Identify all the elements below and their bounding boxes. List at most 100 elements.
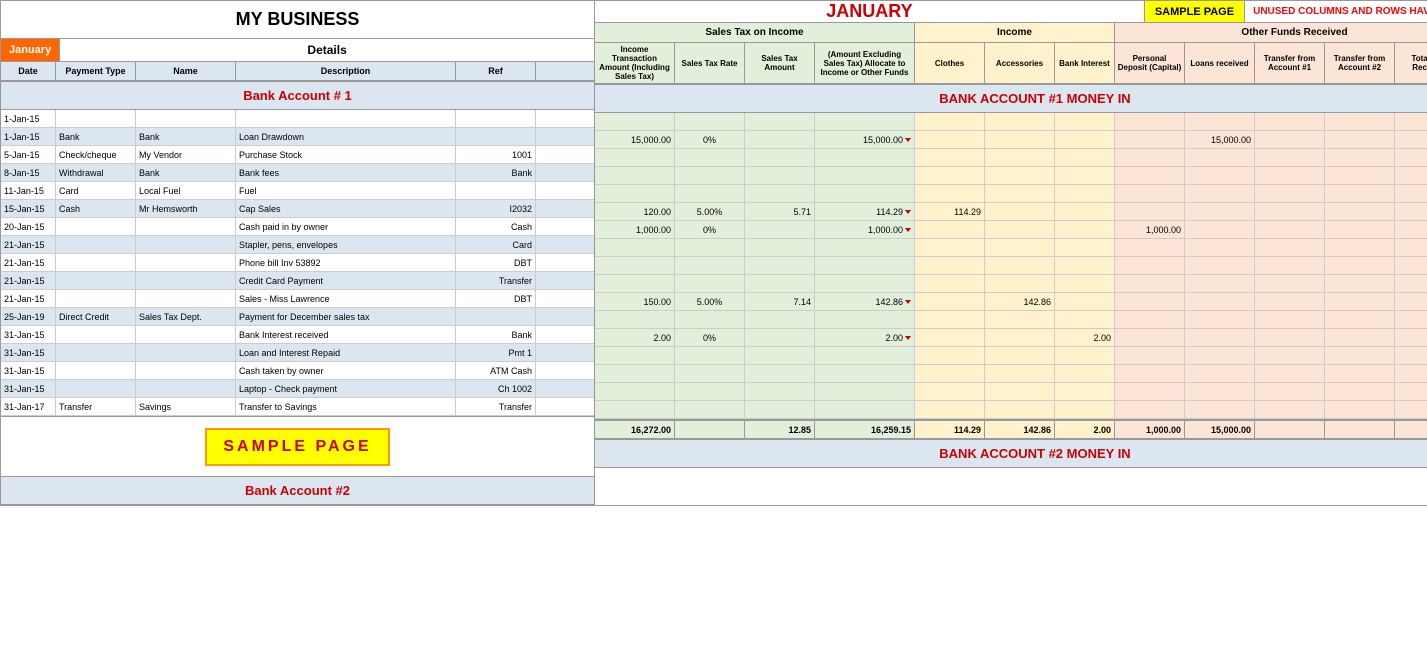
date-cell: 11-Jan-15 (1, 182, 56, 199)
accessories-cell: 142.86 (985, 293, 1055, 310)
allocate-cell: 114.29 (815, 203, 915, 220)
clothes-subheader: Clothes (915, 43, 985, 83)
bank-interest-cell (1055, 365, 1115, 382)
income-trans-cell (595, 239, 675, 256)
accessories-cell (985, 113, 1055, 130)
bank-interest-cell (1055, 149, 1115, 166)
allocate-cell (815, 149, 915, 166)
name-cell (136, 290, 236, 307)
transfer2-cell (1325, 113, 1395, 130)
accessories-cell (985, 257, 1055, 274)
clothes-cell (915, 383, 985, 400)
income-label: Income (997, 27, 1032, 38)
transfer1-cell (1255, 221, 1325, 238)
transfer-2-label: Transfer from Account #2 (1327, 54, 1392, 72)
bank-interest-label: Bank Interest (1059, 59, 1110, 68)
ref-cell (456, 128, 536, 145)
transfer-1-label: Transfer from Account #1 (1257, 54, 1322, 72)
ref-cell: I2032 (456, 200, 536, 217)
name-cell: My Vendor (136, 146, 236, 163)
loans-received-cell (1185, 203, 1255, 220)
loans-received-cell (1185, 221, 1255, 238)
income-trans-cell (595, 347, 675, 364)
allocate-cell (815, 257, 915, 274)
right-table-row (595, 365, 1427, 383)
allocate-cell (815, 347, 915, 364)
ref-cell (456, 182, 536, 199)
clothes-cell: 114.29 (915, 203, 985, 220)
unused-columns-banner: UNUSED COLUMNS AND ROWS HAVE BEEN (1245, 1, 1427, 22)
total-money-cell (1395, 167, 1427, 184)
name-cell (136, 344, 236, 361)
right-table-row (595, 257, 1427, 275)
description-cell: Credit Card Payment (236, 272, 456, 289)
transfer2-cell (1325, 365, 1395, 382)
transfer2-cell (1325, 293, 1395, 310)
date-cell: 1-Jan-15 (1, 110, 56, 127)
transfer2-cell (1325, 329, 1395, 346)
payment-type-cell (56, 380, 136, 397)
details-cell: Details (60, 39, 594, 61)
ref-header: Ref (456, 62, 536, 80)
sales-amount-cell (745, 167, 815, 184)
date-cell: 1-Jan-15 (1, 128, 56, 145)
bank-interest-cell (1055, 113, 1115, 130)
right-table-row: 2.00 0% 2.00 2.00 2.00 (595, 329, 1427, 347)
transfer2-cell (1325, 131, 1395, 148)
sales-rate-cell: 5.00% (675, 293, 745, 310)
details-label: Details (307, 43, 346, 57)
clothes-cell (915, 365, 985, 382)
transfer1-cell (1255, 167, 1325, 184)
bank-interest-cell (1055, 221, 1115, 238)
transfer2-cell (1325, 221, 1395, 238)
right-table-row (595, 239, 1427, 257)
allocate-cell (815, 239, 915, 256)
total-income-trans: 16,272.00 (595, 421, 675, 438)
allocate-cell (815, 275, 915, 292)
sales-amount-cell (745, 365, 815, 382)
transfer-from-1-subheader: Transfer from Account #1 (1255, 43, 1325, 83)
bank-account-2-header: Bank Account #2 (1, 476, 594, 505)
ref-cell: Bank (456, 164, 536, 181)
name-cell: Savings (136, 398, 236, 415)
total-transfer1 (1255, 421, 1325, 438)
total-clothes: 114.29 (915, 421, 985, 438)
description-cell: Sales - Miss Lawrence (236, 290, 456, 307)
total-money-cell: 2.00 (1395, 329, 1427, 346)
name-cell (136, 362, 236, 379)
transfer2-cell (1325, 275, 1395, 292)
accessories-cell (985, 401, 1055, 418)
payment-type-cell: Bank (56, 128, 136, 145)
table-row: 21-Jan-15 Credit Card Payment Transfer (1, 272, 594, 290)
allocate-subheader: (Amount Excluding Sales Tax) Allocate to… (815, 43, 915, 83)
sales-amount-cell (745, 275, 815, 292)
sales-rate-cell (675, 239, 745, 256)
loans-received-cell (1185, 383, 1255, 400)
sales-rate-cell (675, 149, 745, 166)
sales-rate-cell (675, 365, 745, 382)
accessories-cell (985, 167, 1055, 184)
date-cell: 31-Jan-15 (1, 362, 56, 379)
accessories-cell (985, 275, 1055, 292)
data-rows-container: 1-Jan-15 1-Jan-15 Bank Bank Loan Drawdow… (1, 110, 594, 416)
clothes-cell (915, 329, 985, 346)
ref-cell: DBT (456, 290, 536, 307)
personal-deposit-cell (1115, 329, 1185, 346)
accessories-subheader: Accessories (985, 43, 1055, 83)
sales-rate-cell (675, 257, 745, 274)
income-trans-cell (595, 167, 675, 184)
transfer1-cell (1255, 185, 1325, 202)
date-cell: 8-Jan-15 (1, 164, 56, 181)
date-cell: 25-Jan-19 (1, 308, 56, 325)
payment-type-cell (56, 362, 136, 379)
payment-type-cell (56, 290, 136, 307)
total-money-cell (1395, 149, 1427, 166)
loans-received-cell (1185, 185, 1255, 202)
transfer1-cell (1255, 329, 1325, 346)
allocate-cell (815, 365, 915, 382)
income-trans-cell (595, 311, 675, 328)
transfer1-cell (1255, 257, 1325, 274)
payment-type-cell (56, 326, 136, 343)
clothes-cell (915, 347, 985, 364)
total-money-cell (1395, 365, 1427, 382)
